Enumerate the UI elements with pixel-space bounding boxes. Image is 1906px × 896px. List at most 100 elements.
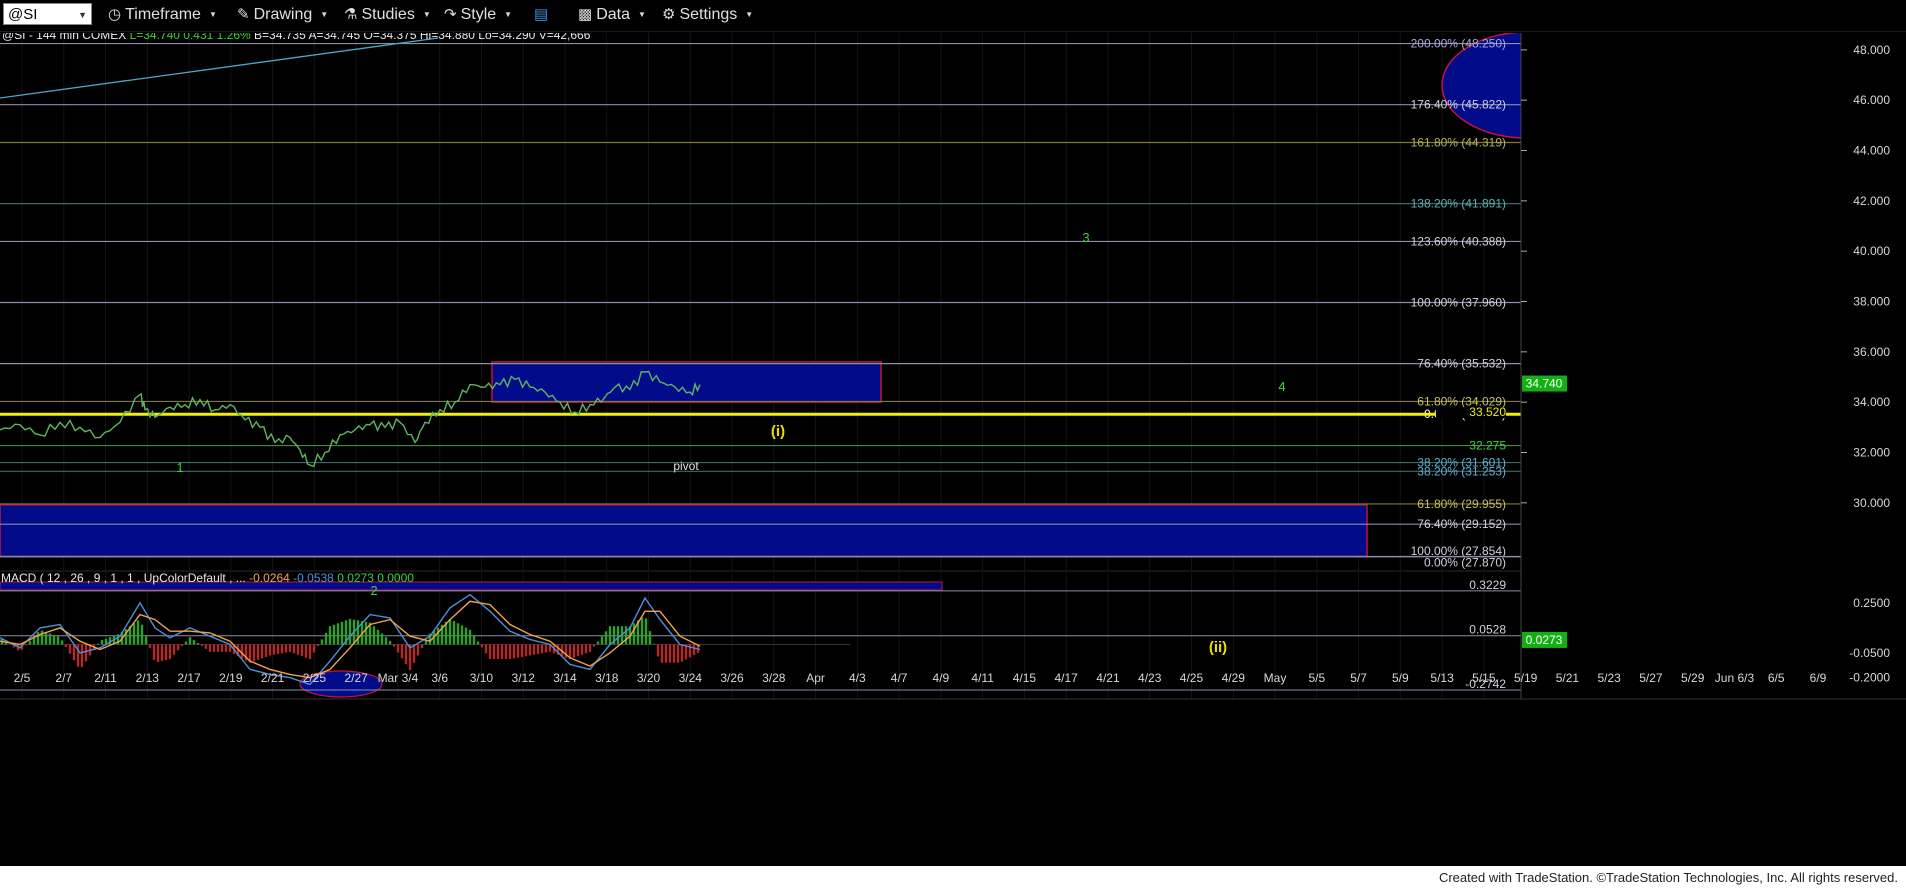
info-last: L=34.740	[130, 33, 181, 42]
x-tick-label: Mar 3/4	[378, 671, 419, 685]
timeframe-menu[interactable]: ◷ Timeframe ▼	[108, 4, 217, 26]
wave-label: 4	[1278, 379, 1285, 394]
footer: Created with TradeStation. ©TradeStation…	[0, 866, 1906, 896]
macd-level-label: 0.3229	[1469, 578, 1506, 592]
studies-label: Studies	[361, 6, 415, 23]
macd-value-1: -0.0264	[249, 571, 290, 585]
layout-icon: ▤	[534, 6, 549, 23]
fib-level-label: 123.60% (40.388)	[1411, 234, 1506, 248]
x-tick-label: 5/13	[1430, 671, 1454, 685]
axis-background	[1521, 33, 1906, 866]
x-tick-label: 3/6	[431, 671, 448, 685]
y-tick-label: 32.000	[1853, 445, 1890, 459]
x-tick-label: 5/23	[1597, 671, 1621, 685]
macd-y-tick-label: -0.0500	[1849, 646, 1890, 660]
x-tick-label: 4/9	[933, 671, 950, 685]
copyright-text: Created with TradeStation. ©TradeStation…	[1438, 870, 1898, 885]
x-tick-label: 5/27	[1639, 671, 1663, 685]
data-menu[interactable]: ▩ Data ▼	[578, 4, 646, 26]
drawing-label: Drawing	[253, 6, 313, 23]
chevron-down-icon: ▼	[504, 10, 513, 19]
macd-last-label: 0.0273	[1526, 633, 1563, 647]
x-tick-label: 3/10	[470, 671, 494, 685]
chevron-down-icon: ▼	[422, 10, 431, 19]
x-tick-label: 2/5	[14, 671, 31, 685]
y-tick-label: 46.000	[1853, 93, 1890, 107]
y-tick-label: 38.000	[1853, 295, 1890, 309]
settings-menu[interactable]: ⚙ Settings ▼	[662, 4, 753, 26]
studies-menu[interactable]: ⚗ Studies ▼	[344, 4, 431, 26]
x-tick-label: 4/17	[1055, 671, 1079, 685]
y-tick-label: 48.000	[1853, 43, 1890, 57]
x-tick-label: May	[1264, 671, 1287, 685]
info-pct: 1.26%	[217, 33, 251, 42]
style-label: Style	[460, 6, 497, 23]
chart-toolbar: @SI ▼ ◷ Timeframe ▼ ✎ Drawing ▼ ⚗ Studie…	[0, 0, 1906, 32]
info-bid: B=34.735	[254, 33, 306, 42]
macd-value-2: -0.0538	[293, 571, 334, 585]
y-tick-label: 34.000	[1853, 395, 1890, 409]
y-tick-label: 44.000	[1853, 144, 1890, 158]
chevron-down-icon: ▼	[745, 10, 754, 19]
fib-level-label: 61.80% (29.955)	[1417, 497, 1506, 511]
fib-levels: 200.00% (48.250)176.40% (45.822)161.80% …	[0, 37, 1521, 569]
x-tick-label: 4/3	[849, 671, 866, 685]
x-tick-label: 4/15	[1013, 671, 1037, 685]
macd-level-label: 0.0528	[1469, 623, 1506, 637]
flask-icon: ⚗	[344, 6, 358, 23]
y-tick-label: 40.000	[1853, 244, 1890, 258]
x-tick-label: 5/7	[1350, 671, 1367, 685]
wave-label: (ii)	[1209, 639, 1227, 656]
x-tick-label: 5/29	[1681, 671, 1705, 685]
macd-value-3: 0.0273	[337, 571, 374, 585]
drawing-menu[interactable]: ✎ Drawing ▼	[237, 4, 328, 26]
wave-label: 3	[1082, 230, 1089, 245]
layout-button[interactable]: ▤	[534, 4, 552, 26]
x-tick-label: 2/21	[261, 671, 285, 685]
info-volume: V=42,666	[539, 33, 591, 42]
wave-ii-target-box	[0, 504, 1368, 558]
macd-title: MACD ( 12 , 26 , 9 , 1 , 1 , UpColorDefa…	[1, 571, 246, 585]
fib-level-label: 200.00% (48.250)	[1411, 37, 1506, 51]
fib-level-label: 100.00% (37.960)	[1411, 296, 1506, 310]
x-tick-label: 3/12	[512, 671, 536, 685]
settings-label: Settings	[679, 6, 738, 23]
x-tick-label: 3/24	[679, 671, 703, 685]
x-tick-label: 5/21	[1556, 671, 1580, 685]
fib-level-label: 176.40% (45.822)	[1411, 98, 1506, 112]
info-ask: A=34.745	[308, 33, 360, 42]
style-menu[interactable]: ↷ Style ▼	[444, 4, 512, 26]
support-value-label: 33.520	[1469, 405, 1506, 419]
price-axis: 48.000 46.000 44.000 42.000 40.000 38.000 36.0…	[1520, 33, 1906, 866]
chevron-down-icon: ▼	[320, 10, 329, 19]
style-icon: ↷	[444, 6, 457, 23]
macd-y-tick-label: 0.2500	[1853, 596, 1890, 610]
x-tick-label: 2/7	[55, 671, 72, 685]
x-tick-label: 2/27	[344, 671, 368, 685]
x-tick-label: 4/11	[971, 671, 994, 685]
last-price-label: 34.740	[1526, 377, 1563, 391]
wave-label: 1	[176, 460, 183, 475]
x-tick-label: 2/11	[94, 671, 117, 685]
clock-icon: ◷	[108, 6, 122, 23]
bar-chart-icon: ▩	[578, 6, 593, 23]
x-tick-label: 5/9	[1392, 671, 1409, 685]
macd-y-tick-label: -0.2000	[1849, 671, 1890, 685]
gear-icon: ⚙	[662, 6, 676, 23]
x-tick-label: 4/25	[1180, 671, 1204, 685]
fib-level-label: 138.20% (41.891)	[1411, 197, 1506, 211]
price-chart[interactable]: 200.00% (48.250)176.40% (45.822)161.80% …	[0, 33, 1906, 866]
x-tick-label: 4/21	[1096, 671, 1120, 685]
info-prefix: @SI - 144 min COMEX	[2, 33, 126, 42]
wave-label: pivot	[673, 459, 699, 473]
x-tick-label: 5/5	[1308, 671, 1325, 685]
fib-level-label: 161.80% (44.319)	[1411, 135, 1506, 149]
info-bar: @SI - 144 min COMEX L=34.740 0.431 1.26%…	[2, 33, 591, 42]
x-tick-label: 3/28	[762, 671, 786, 685]
x-tick-label: 3/20	[637, 671, 661, 685]
fib-level-label: 76.40% (29.152)	[1417, 517, 1506, 531]
x-tick-label: 2/25	[303, 671, 327, 685]
wave-label: (i)	[771, 423, 785, 440]
symbol-input[interactable]: @SI ▼	[3, 3, 92, 25]
x-tick-label: 3/26	[720, 671, 744, 685]
